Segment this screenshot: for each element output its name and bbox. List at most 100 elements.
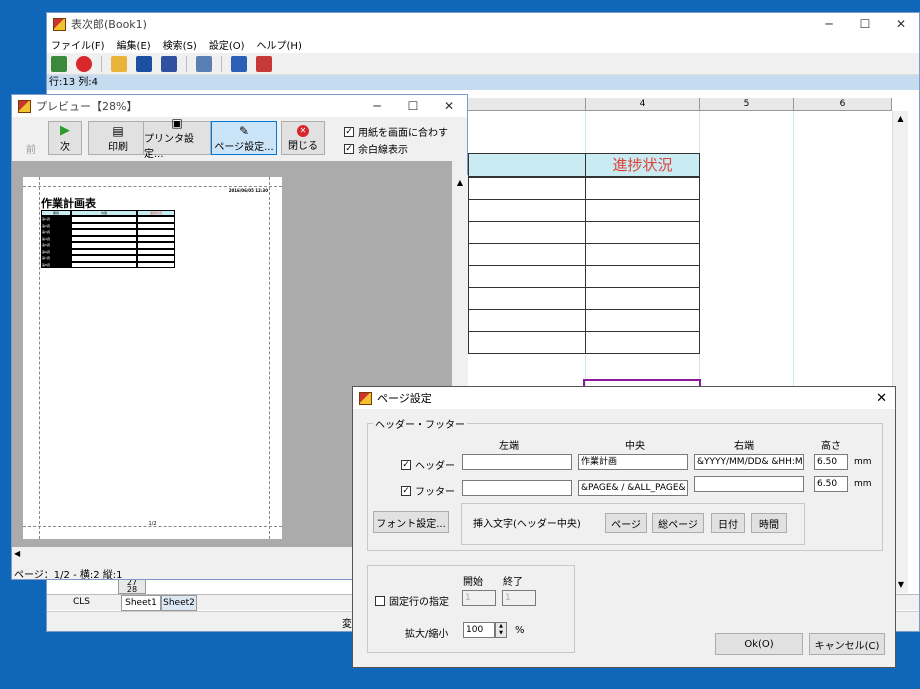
menu-settings[interactable]: 設定(O) [209, 37, 245, 52]
import-icon[interactable] [256, 55, 272, 72]
margin-line-left [39, 177, 40, 539]
menu-search[interactable]: 検索(S) [163, 37, 197, 52]
table-cell[interactable] [585, 309, 700, 332]
table-cell[interactable] [585, 243, 700, 266]
next-button[interactable]: ▶ 次 [48, 121, 82, 155]
table-cell[interactable] [468, 221, 586, 244]
mini-table-row: 第8週 [41, 261, 201, 268]
table-cell[interactable] [468, 309, 586, 332]
table-cell[interactable] [468, 243, 586, 266]
maximize-button[interactable]: ☐ [847, 17, 883, 31]
insert-label: 挿入文字(ヘッダー中央) [473, 519, 581, 530]
fit-option[interactable]: ✓ 用紙を画面に合わす [344, 124, 448, 139]
table-cell[interactable] [585, 265, 700, 288]
header-cell-content[interactable] [468, 153, 586, 177]
close-preview-button[interactable]: ✕ 閉じる [281, 121, 325, 155]
cls-button[interactable]: CLS [73, 597, 90, 607]
menu-edit[interactable]: 編集(E) [117, 37, 151, 52]
printer-settings-button[interactable]: ▣ プリンタ設定... [143, 116, 211, 160]
menu-help[interactable]: ヘルプ(H) [257, 37, 302, 52]
close-button[interactable]: ✕ [883, 17, 919, 31]
preview-status: ページ：1/2 - 横:2 縦:1 [14, 570, 123, 581]
table-cell[interactable] [468, 265, 586, 288]
table-icon[interactable] [231, 55, 247, 72]
fixed-rows-checkbox[interactable] [375, 595, 385, 606]
menu-file[interactable]: ファイル(F) [51, 37, 105, 52]
table-cell[interactable] [468, 177, 586, 200]
scroll-up-arrow[interactable]: ▲ [893, 111, 908, 127]
minimize-button[interactable]: ─ [811, 17, 847, 31]
sheet-tab-1[interactable]: Sheet1 [121, 595, 161, 611]
open-folder-icon[interactable] [111, 55, 127, 72]
font-settings-button[interactable]: フォント設定... [373, 511, 449, 533]
print-label: 印刷 [108, 141, 128, 153]
footer-right-input[interactable] [694, 476, 804, 492]
dialog-title: ページ設定 [377, 392, 432, 405]
margin-checkbox[interactable]: ✓ [344, 143, 354, 154]
insert-total-pages-button[interactable]: 総ページ [652, 513, 704, 533]
header-right-input[interactable]: &YYYY/MM/DD& &HH:MM& [694, 454, 804, 470]
footer-center-input[interactable]: &PAGE& / &ALL_PAGE& [578, 480, 688, 496]
fixed-start-input[interactable]: 1 [462, 590, 496, 606]
fit-checkbox[interactable]: ✓ [344, 126, 354, 137]
insert-page-button[interactable]: ページ [605, 513, 647, 533]
table-cell[interactable] [468, 199, 586, 222]
zoom-unit: % [515, 625, 525, 636]
footer-checkbox[interactable]: ✓ [401, 485, 411, 496]
footer-row: ✓ フッター [401, 483, 455, 498]
main-toolbar [47, 53, 919, 75]
column-header-5[interactable]: 5 [700, 98, 794, 111]
column-header-blank [468, 98, 586, 111]
print-button[interactable]: ▤ 印刷 [88, 121, 148, 155]
insert-date-button[interactable]: 日付 [711, 513, 745, 533]
column-header-6[interactable]: 6 [794, 98, 892, 111]
table-cell[interactable] [468, 287, 586, 310]
page-heading: 作業計画表 [41, 197, 96, 210]
page-sheet: 2016/06/05 12:30 作業計画表 期間 内容 進捗状況 第1週 第2週 第3週… [23, 177, 282, 539]
fixed-end-input[interactable]: 1 [502, 590, 536, 606]
margin-label: 余白線表示 [358, 145, 408, 156]
zoom-input[interactable]: 100 [463, 622, 495, 638]
insert-time-button[interactable]: 時間 [751, 513, 787, 533]
table-cell[interactable] [585, 177, 700, 200]
page-settings-button[interactable]: ✎ ページ設定... [211, 121, 277, 155]
header-checkbox[interactable]: ✓ [401, 459, 411, 470]
footer-label: フッター [415, 487, 455, 498]
margin-option[interactable]: ✓ 余白線表示 [344, 141, 408, 156]
footer-left-input[interactable] [462, 480, 572, 496]
minimize-button[interactable]: ─ [359, 99, 395, 113]
header-cell-progress[interactable]: 進捗状況 [585, 153, 700, 177]
table-cell[interactable] [585, 287, 700, 310]
save-icon[interactable] [136, 55, 152, 72]
maximize-button[interactable]: ☐ [395, 99, 431, 113]
save-as-icon[interactable] [161, 55, 177, 72]
print-preview-icon[interactable] [196, 55, 212, 72]
zoom-spinner[interactable]: ▲ ▼ [495, 622, 507, 638]
scroll-left-arrow[interactable]: ◀ [14, 549, 20, 558]
stop-icon[interactable] [76, 55, 92, 72]
printer-settings-icon: ▣ [171, 116, 183, 130]
table-cell[interactable] [585, 331, 700, 354]
sheet-tab-2[interactable]: Sheet2 [161, 595, 197, 611]
footer-height-input[interactable]: 6.50 [814, 476, 848, 492]
header-height-input[interactable]: 6.50 [814, 454, 848, 470]
footer-unit: mm [854, 479, 872, 489]
cancel-button[interactable]: キャンセル(C) [809, 633, 885, 655]
column-header-4[interactable]: 4 [586, 98, 700, 111]
prev-button[interactable]: 前 [16, 121, 46, 156]
table-cell[interactable] [585, 221, 700, 244]
book-icon[interactable] [51, 55, 67, 72]
col-left-label: 左端 [499, 441, 519, 452]
scroll-up-arrow[interactable]: ▲ [452, 175, 468, 191]
dialog-close-icon[interactable]: ✕ [876, 391, 887, 406]
header-left-input[interactable] [462, 454, 572, 470]
status-fragment: 変 [342, 619, 352, 630]
close-button[interactable]: ✕ [431, 99, 467, 113]
preview-toolbar: 前 ▶ 次 ▤ 印刷 ▣ プリンタ設定... ✎ ページ設定... ✕ 閉じる … [12, 116, 467, 160]
ok-button[interactable]: Ok(O) [715, 633, 803, 655]
table-cell[interactable] [468, 331, 586, 354]
table-cell[interactable] [585, 199, 700, 222]
header-center-input[interactable]: 作業計画 [578, 454, 688, 470]
fixed-rows-option[interactable]: 固定行の指定 [375, 593, 449, 608]
cell-position: 行:13 列:4 [47, 75, 919, 90]
